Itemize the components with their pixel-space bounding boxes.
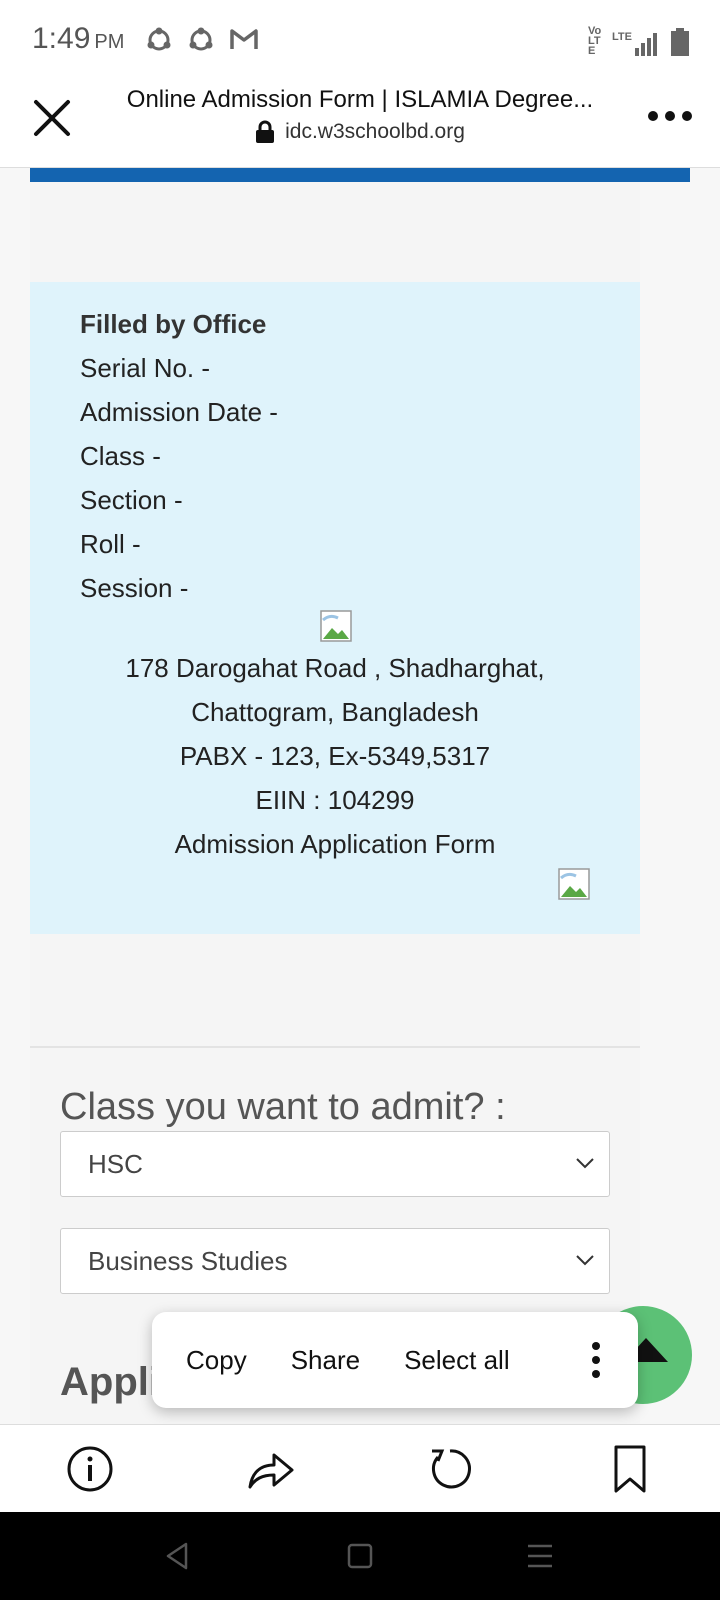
back-icon[interactable]: [160, 1538, 196, 1574]
menu-dot: [665, 111, 675, 121]
status-time: 1:49 PM: [32, 22, 124, 56]
institution-address: 178 Darogahat Road , Shadharghat, Chatto…: [30, 646, 640, 866]
chevron-down-icon: [576, 1255, 594, 1266]
status-time-ampm: PM: [94, 31, 125, 53]
chevron-down-icon: [576, 1158, 594, 1169]
close-icon[interactable]: [30, 96, 74, 140]
broken-image-icon: [558, 868, 590, 900]
lte-signal: LTE: [612, 32, 660, 56]
menu-dot: [682, 111, 692, 121]
status-time-value: 1:49: [32, 22, 91, 55]
address-line-1: 178 Darogahat Road , Shadharghat,: [125, 653, 545, 683]
more-vertical-icon[interactable]: [592, 1342, 602, 1378]
class-select-value: HSC: [88, 1149, 143, 1179]
system-navigation-bar: [0, 1512, 720, 1600]
select-all-menu-item[interactable]: Select all: [404, 1345, 510, 1376]
lte-label: LTE: [612, 31, 632, 43]
sync-icon: [189, 27, 213, 51]
lock-icon: [256, 120, 275, 143]
office-field-class: Class -: [80, 441, 161, 471]
office-field-session: Session -: [80, 573, 189, 603]
address-bar[interactable]: Online Admission Form | ISLAMIA Degree..…: [100, 86, 620, 144]
browser-bottom-toolbar: [0, 1424, 720, 1512]
address-line-4: EIIN : 104299: [255, 785, 415, 815]
broken-image-icon: [320, 610, 352, 642]
sync-icon: [147, 27, 171, 51]
office-field-section: Section -: [80, 485, 183, 515]
menu-dot: [592, 1356, 600, 1364]
text-selection-menu: Copy Share Select all: [152, 1312, 638, 1408]
gmail-icon: [230, 29, 258, 49]
menu-dot: [592, 1370, 600, 1378]
url-text: idc.w3schoolbd.org: [285, 120, 465, 143]
brand-strip: [30, 168, 690, 182]
home-icon[interactable]: [342, 1538, 378, 1574]
menu-dot: [648, 111, 658, 121]
screen: 1:49 PM Vo LTE LTE Online Admission Form…: [0, 0, 720, 1600]
section-divider: [30, 1046, 640, 1048]
office-fields: Filled by Office Serial No. - Admission …: [80, 302, 278, 610]
recents-icon[interactable]: [522, 1538, 558, 1574]
share-icon[interactable]: [244, 1443, 296, 1495]
menu-dot: [592, 1342, 600, 1350]
browser-header: Online Admission Form | ISLAMIA Degree..…: [0, 78, 720, 168]
refresh-icon[interactable]: [424, 1443, 476, 1495]
status-bar: 1:49 PM Vo LTE LTE: [0, 0, 720, 78]
page-title: Online Admission Form | ISLAMIA Degree..…: [126, 86, 594, 113]
copy-menu-item[interactable]: Copy: [186, 1345, 247, 1376]
volte-label: Vo LTE: [588, 25, 602, 57]
next-section-heading: Appli: [60, 1360, 160, 1404]
group-select[interactable]: Business Studies: [60, 1228, 610, 1294]
address-line-2: Chattogram, Bangladesh: [191, 697, 479, 727]
address-line-3: PABX - 123, Ex-5349,5317: [179, 741, 491, 771]
office-field-serial: Serial No. -: [80, 353, 211, 383]
office-heading: Filled by Office: [80, 309, 267, 339]
status-system-icons: Vo LTE LTE: [588, 25, 690, 57]
office-field-roll: Roll -: [80, 529, 141, 559]
url-line: idc.w3schoolbd.org: [100, 120, 620, 144]
office-info-box: Filled by Office Serial No. - Admission …: [30, 282, 640, 934]
signal-icon: [635, 33, 657, 56]
class-question-label: Class you want to admit? :: [60, 1086, 506, 1128]
form-subtitle: Admission Application Form: [174, 829, 496, 859]
share-menu-item[interactable]: Share: [291, 1345, 360, 1376]
class-select[interactable]: HSC: [60, 1131, 610, 1197]
info-icon[interactable]: [64, 1443, 116, 1495]
battery-icon: [671, 28, 689, 56]
status-notification-icons: [145, 26, 259, 54]
group-select-value: Business Studies: [88, 1246, 288, 1276]
bookmark-icon[interactable]: [604, 1443, 656, 1495]
more-horizontal-icon[interactable]: [648, 106, 692, 126]
office-field-admission-date: Admission Date -: [80, 397, 278, 427]
page-content[interactable]: Filled by Office Serial No. - Admission …: [0, 168, 720, 1424]
